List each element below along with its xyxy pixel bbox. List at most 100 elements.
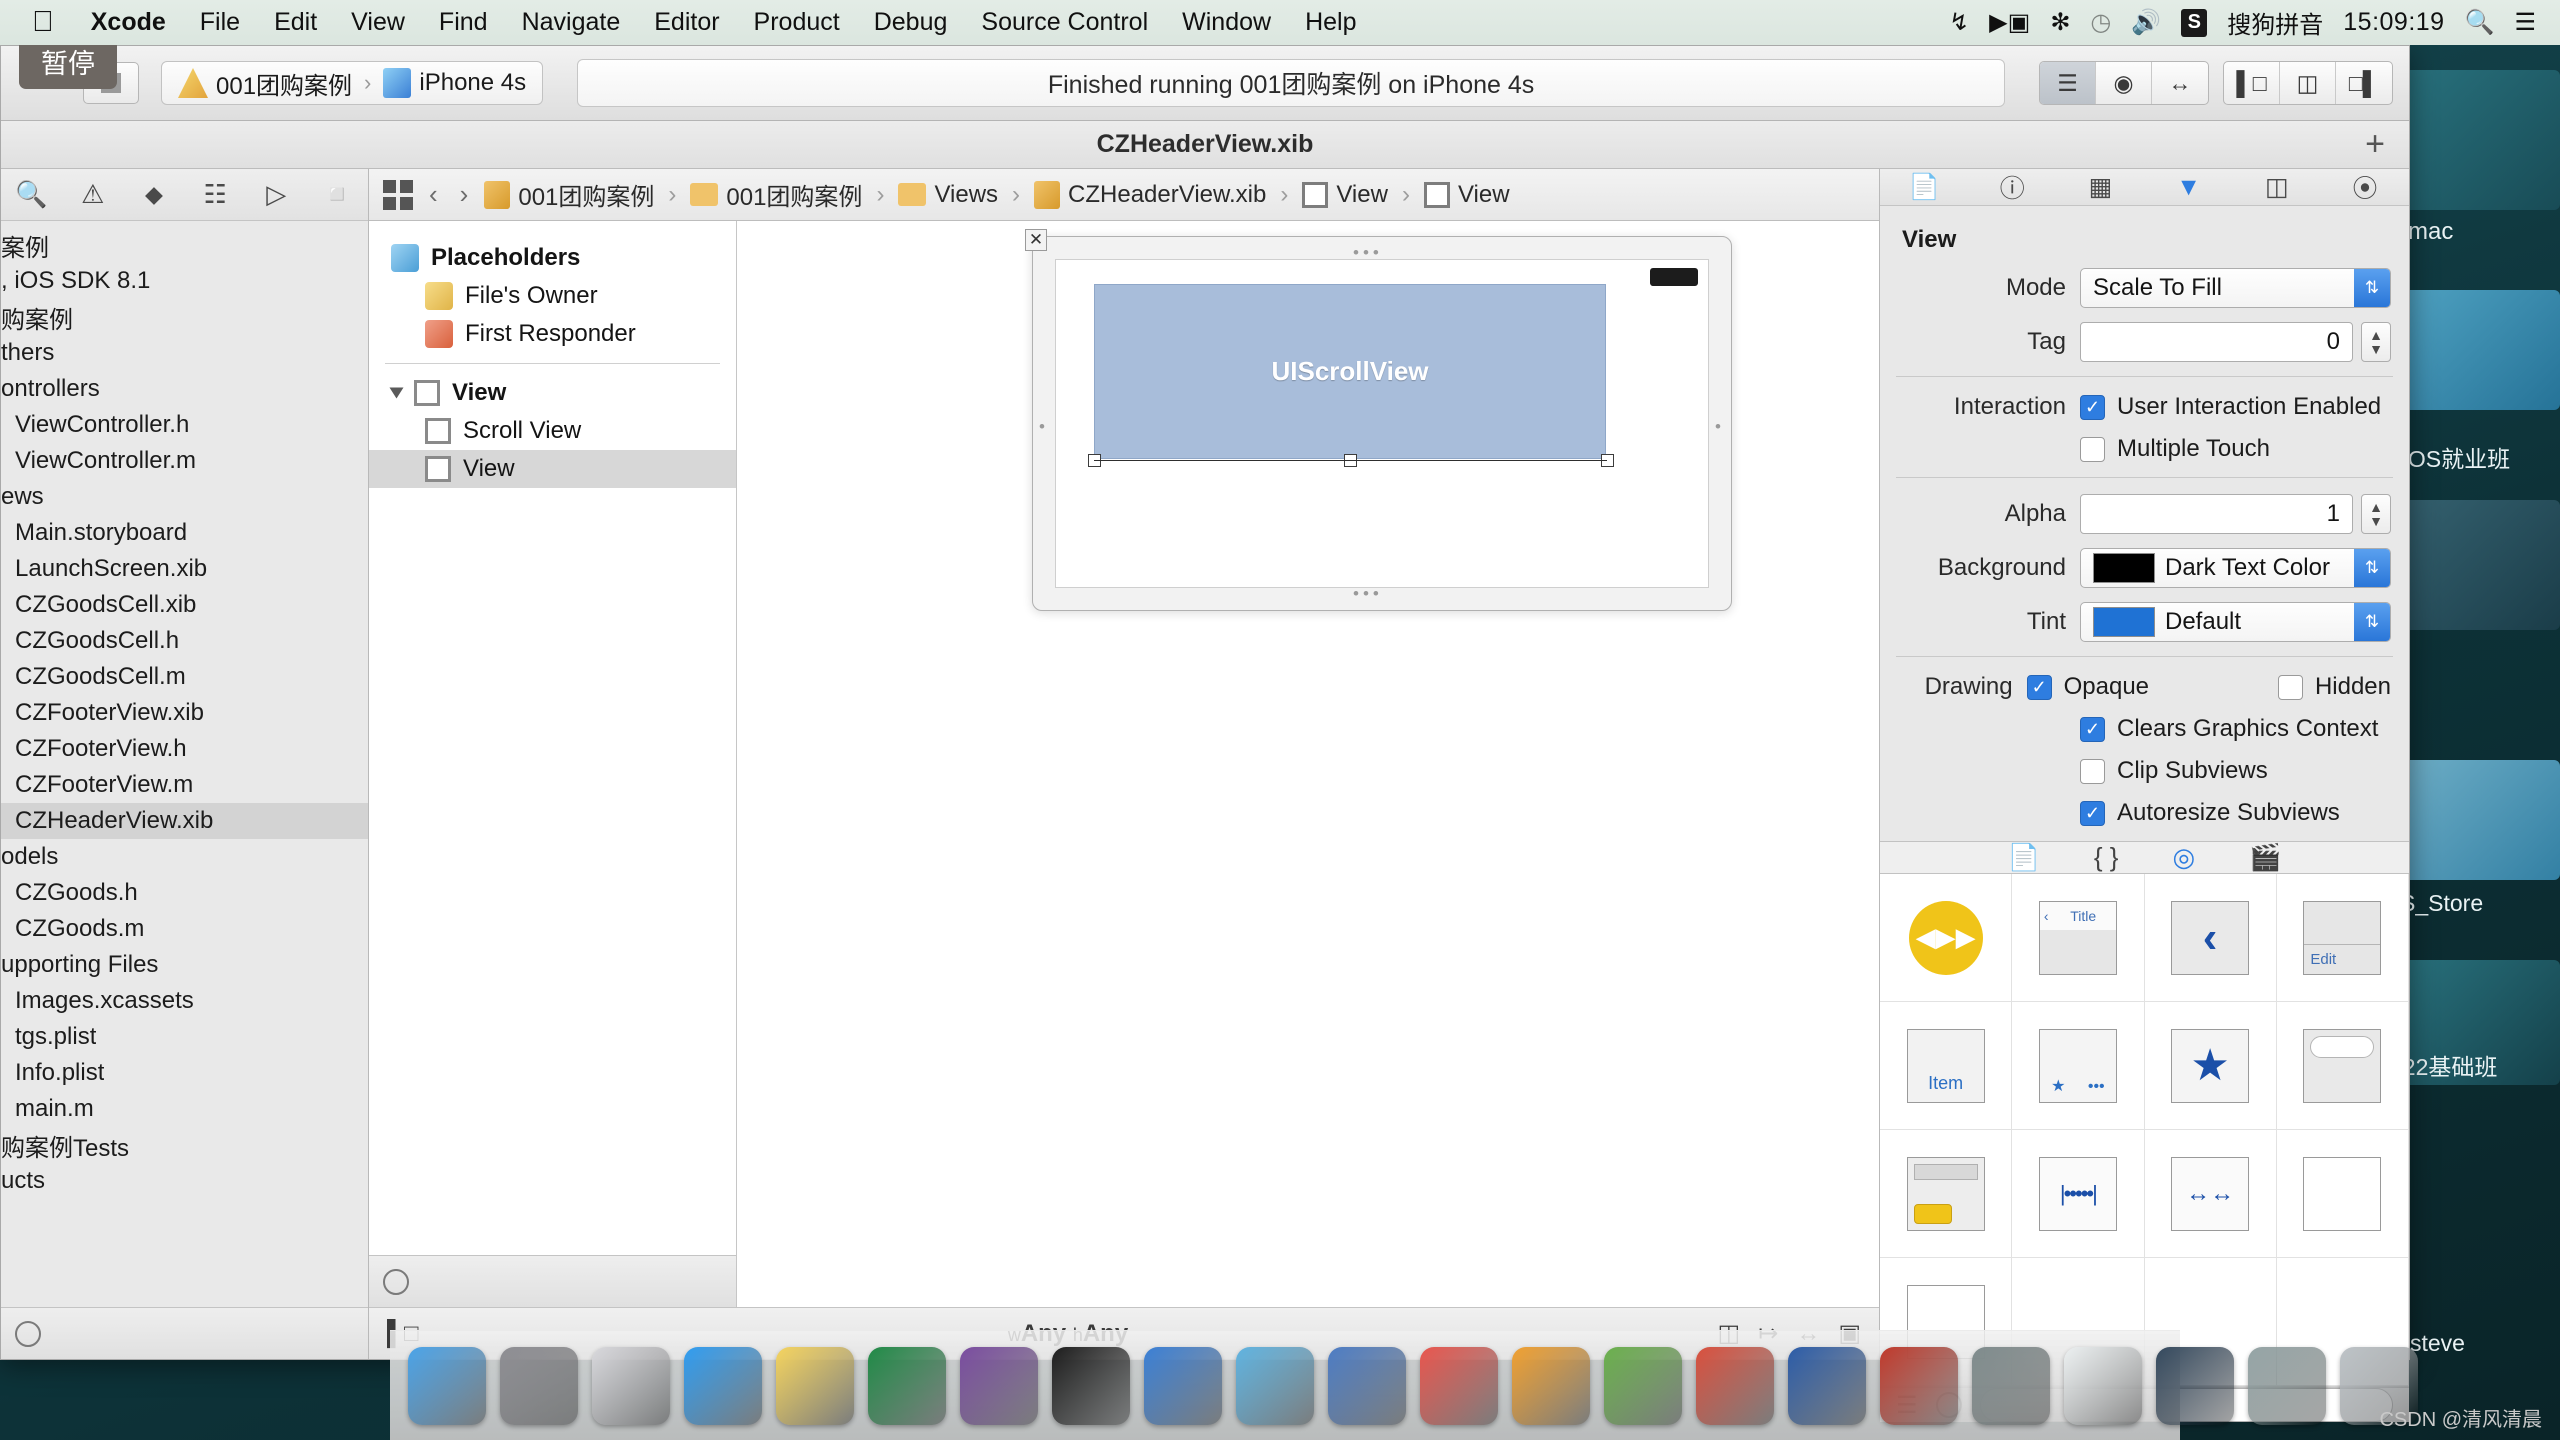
- menu-item-product[interactable]: Product: [737, 8, 857, 37]
- mode-chevron-icon[interactable]: ⇅: [2354, 269, 2390, 307]
- attributes-inspector-tab[interactable]: ▼: [2145, 173, 2233, 202]
- menu-item-xcode[interactable]: Xcode: [74, 8, 183, 37]
- menu-item-edit[interactable]: Edit: [257, 8, 334, 37]
- filezilla-icon[interactable]: [1696, 1346, 1774, 1425]
- screenshot-icon[interactable]: [2156, 1346, 2234, 1425]
- library-item-horizontal-constraint[interactable]: |•••••|: [2012, 1130, 2145, 1258]
- tint-chevron-icon[interactable]: ⇅: [2354, 603, 2390, 641]
- file-row[interactable]: CZGoods.h: [1, 875, 368, 911]
- terminal-icon[interactable]: [1052, 1346, 1130, 1425]
- opaque-checkbox[interactable]: ✓: [2026, 674, 2052, 700]
- file-row[interactable]: tgs.plist: [1, 1019, 368, 1055]
- menu-item-find[interactable]: Find: [422, 8, 505, 37]
- size-inspector-tab[interactable]: ◫: [2233, 172, 2321, 202]
- outline-row[interactable]: Placeholders: [369, 239, 736, 277]
- library-item-tab-bar-item[interactable]: Item: [1880, 1002, 2013, 1130]
- forward-button[interactable]: ›: [454, 179, 475, 210]
- input-method-badge[interactable]: S: [2181, 8, 2208, 37]
- search-icon[interactable]: 🔍: [2465, 8, 2495, 37]
- tint-popup[interactable]: Default ⇅: [2080, 602, 2391, 642]
- add-tab-button[interactable]: +: [2365, 125, 2385, 164]
- file-row[interactable]: LaunchScreen.xib: [1, 551, 368, 587]
- menu-clock[interactable]: 15:09:19: [2343, 8, 2444, 37]
- file-row[interactable]: ontrollers: [1, 371, 368, 407]
- identity-inspector-tab[interactable]: ▦: [2056, 172, 2144, 202]
- menu-item-debug[interactable]: Debug: [857, 8, 965, 37]
- file-row[interactable]: upporting Files: [1, 947, 368, 983]
- view-toggle-segmented[interactable]: ▌□ ◫ □▌: [2223, 61, 2393, 105]
- multiple-touch-checkbox[interactable]: [2080, 436, 2105, 462]
- clears-graphics-checkrow[interactable]: ✓ Clears Graphics Context: [2080, 715, 2378, 743]
- xib-view-frame[interactable]: ✕ ••• ••• • • UIScrollView: [1025, 229, 1732, 611]
- object-library-tab[interactable]: ◎: [2172, 842, 2195, 873]
- menu-item-source-control[interactable]: Source Control: [964, 8, 1165, 37]
- menu-item-window[interactable]: Window: [1165, 8, 1288, 37]
- alpha-input[interactable]: 1: [2080, 494, 2353, 534]
- report-navigator-tab[interactable]: ☷: [185, 179, 246, 210]
- background-color-swatch[interactable]: [2093, 553, 2155, 583]
- quick-help-inspector-tab[interactable]: ⓘ: [1968, 169, 2056, 205]
- tag-input[interactable]: 0: [2080, 322, 2353, 362]
- finder-icon[interactable]: [408, 1346, 486, 1425]
- breadcrumb-4[interactable]: View: [1336, 181, 1388, 209]
- notes-icon[interactable]: [776, 1346, 854, 1425]
- background-popup[interactable]: Dark Text Color ⇅: [2080, 548, 2391, 588]
- menu-item-view[interactable]: View: [334, 8, 422, 37]
- bluetooth-transfer-icon[interactable]: ↯: [1949, 8, 1969, 37]
- interface-builder-canvas[interactable]: ✕ ••• ••• • • UIScrollView: [737, 221, 1879, 1307]
- library-item-navigation-item[interactable]: ‹: [2144, 874, 2277, 1002]
- preview-icon[interactable]: [2064, 1346, 2142, 1425]
- library-item-alignment-constraint[interactable]: ↔↔: [2144, 1130, 2277, 1258]
- close-icon[interactable]: ✕: [1025, 229, 1047, 251]
- file-row[interactable]: ViewController.m: [1, 443, 368, 479]
- breakpoint-navigator-tab[interactable]: ▷: [246, 179, 307, 210]
- project-file-list[interactable]: 案例 , iOS SDK 8.1 购案例 thers ontrollers ViewCon…: [1, 221, 368, 1307]
- editor-mode-segmented[interactable]: ☰ ◉ ↔: [2039, 61, 2209, 105]
- tint-color-swatch[interactable]: [2093, 607, 2155, 637]
- code-snippet-library-tab[interactable]: { }: [2094, 842, 2119, 873]
- file-row[interactable]: CZHeaderView.xib: [1, 803, 368, 839]
- photos-icon[interactable]: [1604, 1346, 1682, 1425]
- documents-icon[interactable]: [2248, 1346, 2326, 1425]
- library-item-toolbar[interactable]: ★ •••: [2012, 1002, 2145, 1130]
- file-row[interactable]: CZFooterView.xib: [1, 695, 368, 731]
- paint-icon[interactable]: [1512, 1346, 1590, 1425]
- safari-icon[interactable]: [684, 1346, 762, 1425]
- outline-filter-icon[interactable]: [383, 1268, 409, 1295]
- volume-icon[interactable]: 🔊: [2131, 8, 2161, 37]
- connections-inspector-tab[interactable]: ⦿: [2321, 169, 2409, 205]
- xcode-icon[interactable]: [1144, 1346, 1222, 1425]
- file-row[interactable]: 购案例: [1, 299, 368, 335]
- file-row[interactable]: Info.plist: [1, 1055, 368, 1091]
- outline-row[interactable]: View: [369, 374, 736, 412]
- related-items-icon[interactable]: [383, 179, 413, 210]
- multiple-touch-checkrow[interactable]: Multiple Touch: [2080, 435, 2270, 463]
- menu-item-help[interactable]: Help: [1288, 8, 1373, 37]
- clip-subviews-checkrow[interactable]: Clip Subviews: [2080, 757, 2268, 785]
- system-preferences-icon[interactable]: [500, 1346, 578, 1425]
- menu-item-navigate[interactable]: Navigate: [505, 8, 638, 37]
- breadcrumb-1[interactable]: 001团购案例: [726, 177, 862, 212]
- file-row[interactable]: 购案例Tests: [1, 1127, 368, 1163]
- file-row[interactable]: CZFooterView.h: [1, 731, 368, 767]
- autoresize-checkrow[interactable]: ✓ Autoresize Subviews: [2080, 799, 2340, 827]
- tag-stepper[interactable]: ▲ ▼: [2361, 322, 2391, 362]
- file-template-library-tab[interactable]: 📄: [2007, 842, 2039, 873]
- file-row[interactable]: CZGoodsCell.xib: [1, 587, 368, 623]
- background-chevron-icon[interactable]: ⇅: [2354, 549, 2390, 587]
- user-interaction-checkrow[interactable]: ✓ User Interaction Enabled: [2080, 393, 2381, 421]
- font-book-a-icon[interactable]: [1880, 1346, 1958, 1425]
- toggle-navigator-button[interactable]: ▌□: [2224, 62, 2280, 104]
- font-book-icon[interactable]: [1972, 1346, 2050, 1425]
- outline-row[interactable]: Scroll View: [369, 412, 736, 450]
- breadcrumb[interactable]: 001团购案例 › 001团购案例 › Views › CZHeaderView…: [484, 177, 1510, 212]
- file-row[interactable]: ViewController.h: [1, 407, 368, 443]
- file-row[interactable]: 案例: [1, 227, 368, 263]
- library-item-navigation-bar[interactable]: ‹ Title: [2012, 874, 2145, 1002]
- library-item-search-bar[interactable]: [2276, 1002, 2409, 1130]
- assistant-editor-button[interactable]: ◉: [2096, 62, 2152, 104]
- library-item-navigation-controller[interactable]: ◀▶▶: [1880, 874, 2013, 1002]
- menu-item-file[interactable]: File: [183, 8, 257, 37]
- airdrop-icon[interactable]: ✻: [2050, 8, 2070, 37]
- media-library-tab[interactable]: 🎬: [2249, 842, 2281, 873]
